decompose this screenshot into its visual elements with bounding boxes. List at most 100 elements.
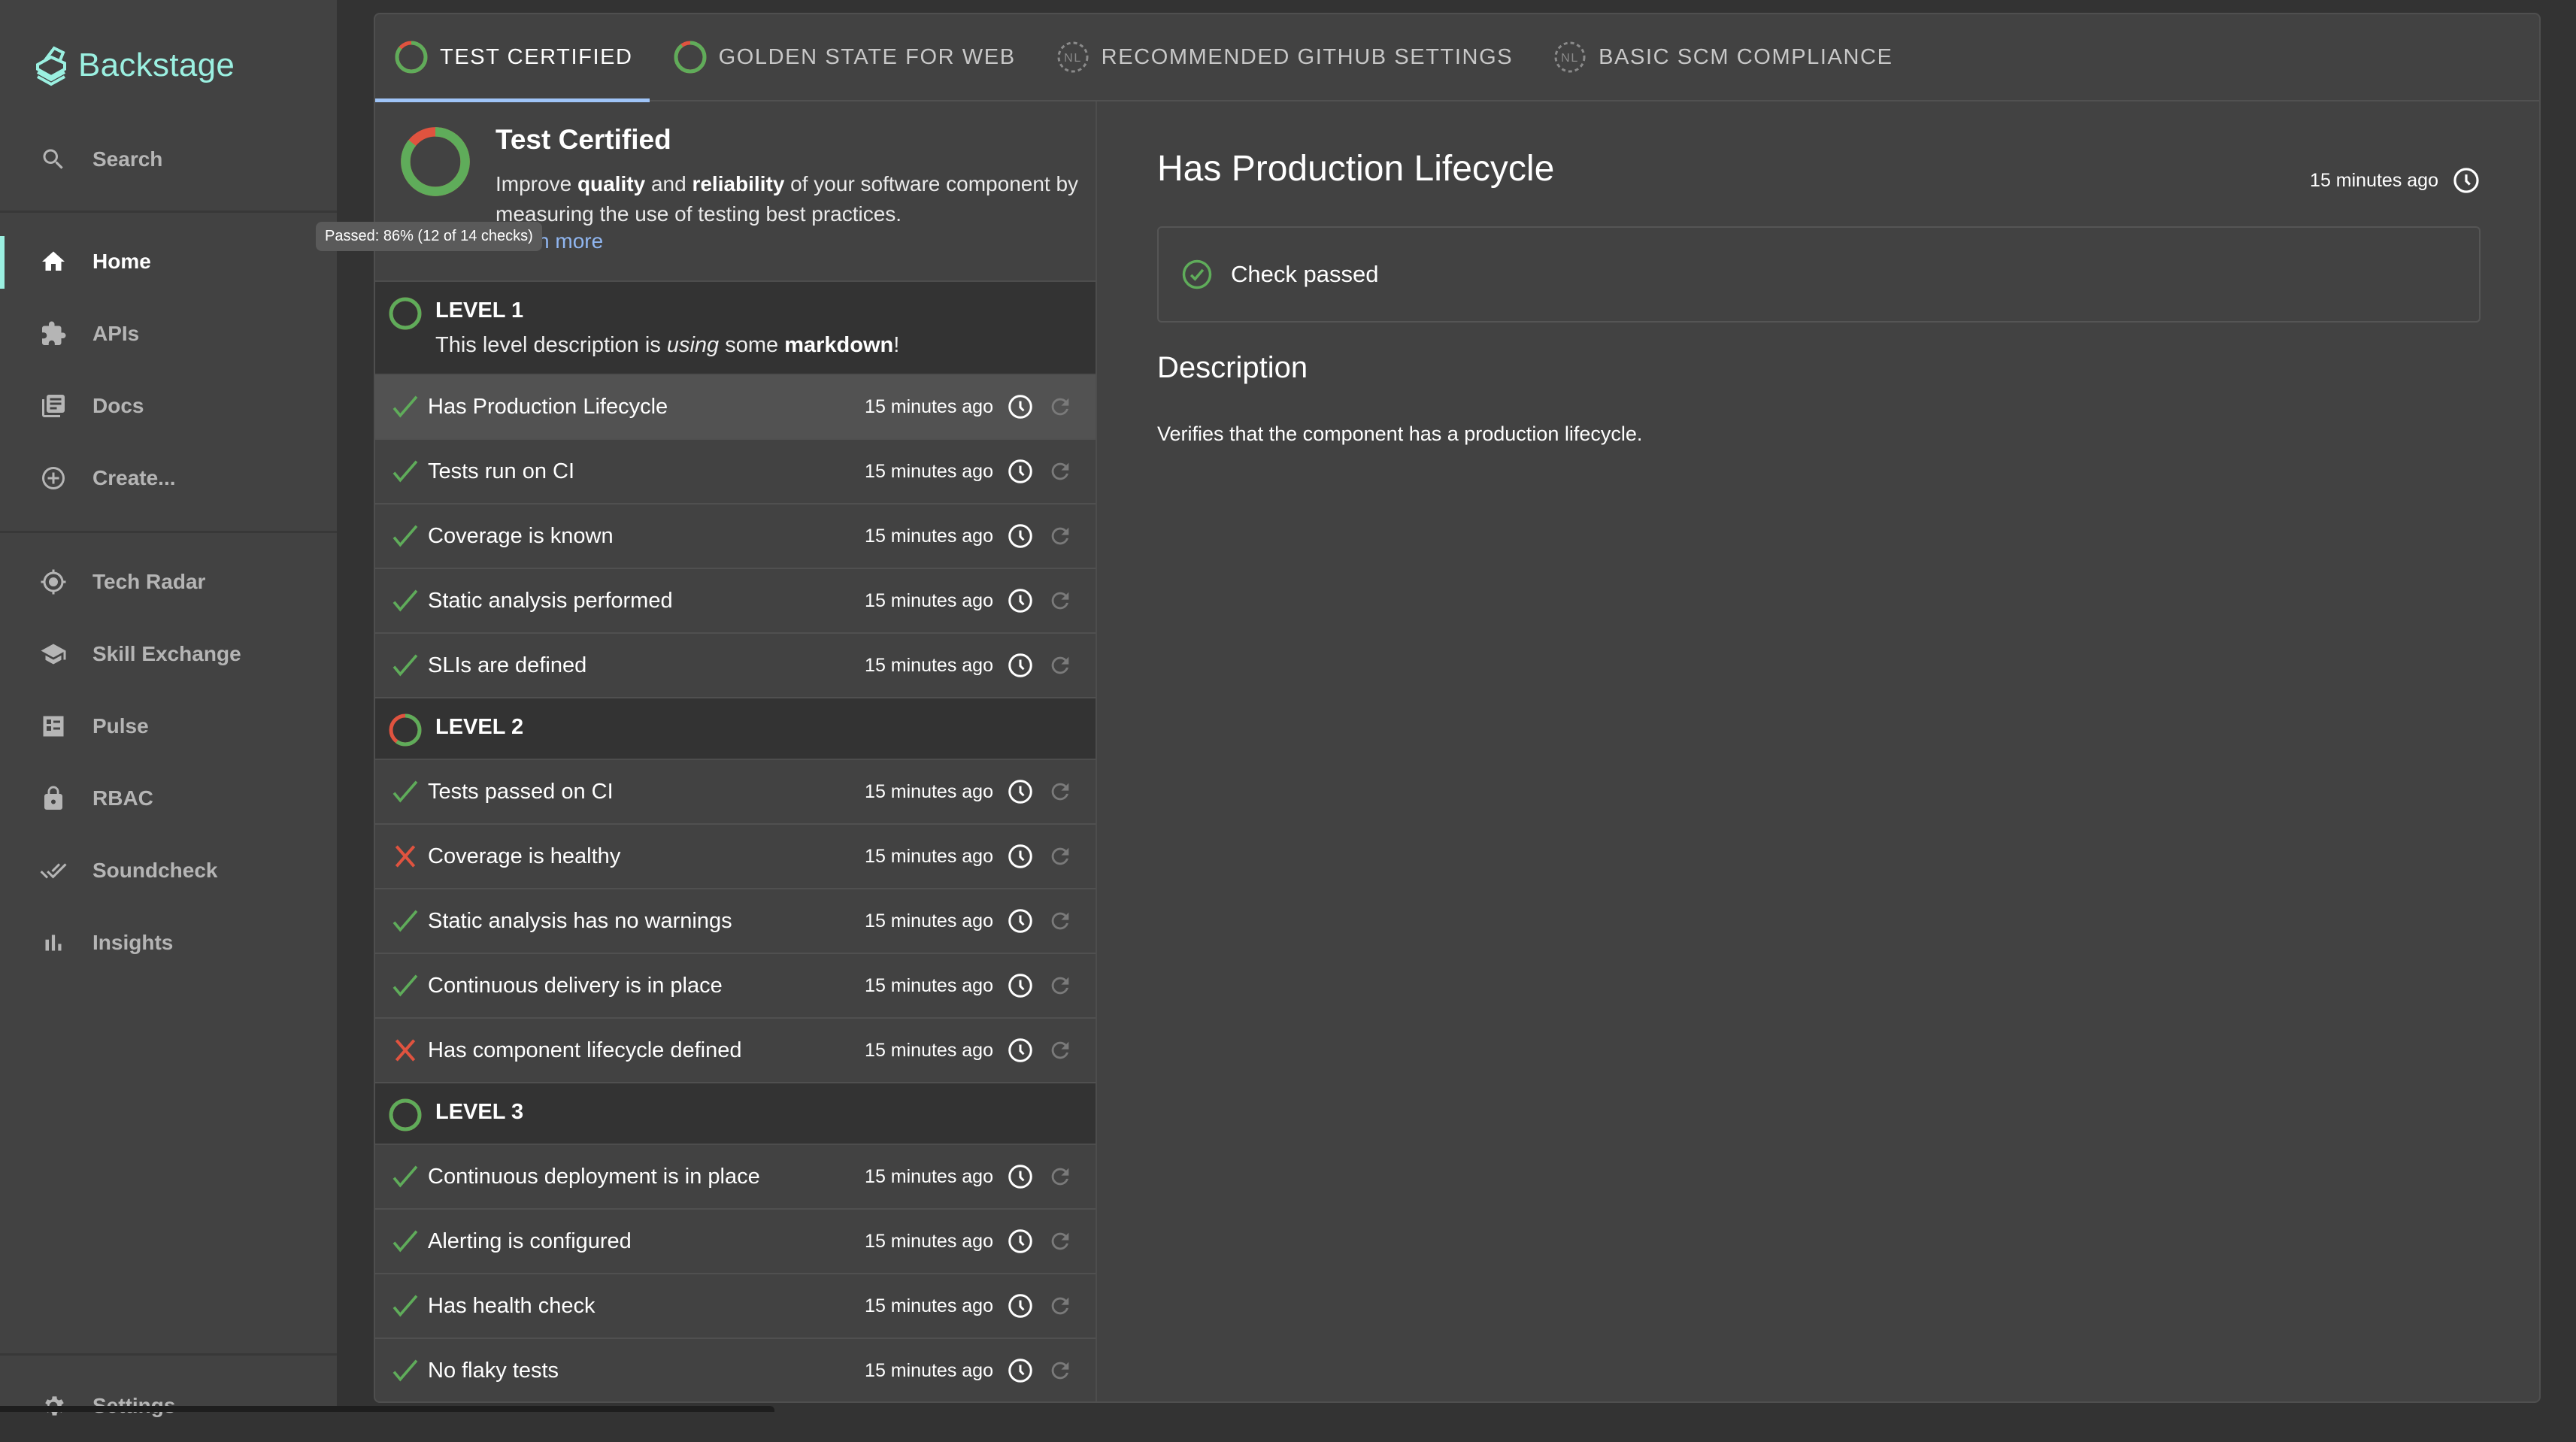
refresh-icon[interactable] <box>1047 1358 1073 1383</box>
check-time: 15 minutes ago <box>865 525 993 547</box>
clock-icon[interactable] <box>1007 907 1034 935</box>
check-result: Check passed <box>1157 226 2481 323</box>
check-row[interactable]: Has Production Lifecycle 15 minutes ago <box>375 375 1096 440</box>
refresh-icon[interactable] <box>1047 1228 1073 1254</box>
level-name: LEVEL 2 <box>435 715 524 739</box>
check-row[interactable]: Coverage is known 15 minutes ago <box>375 504 1096 569</box>
sidebar-item-pulse[interactable]: Pulse <box>0 690 337 762</box>
clock-icon[interactable] <box>2452 166 2481 195</box>
refresh-icon[interactable] <box>1047 779 1073 804</box>
check-name: Tests passed on CI <box>428 779 614 804</box>
refresh-icon[interactable] <box>1047 1164 1073 1189</box>
check-row[interactable]: Tests passed on CI 15 minutes ago <box>375 760 1096 825</box>
lock-icon <box>38 783 68 813</box>
refresh-icon[interactable] <box>1047 1038 1073 1063</box>
clock-icon[interactable] <box>1007 1037 1034 1064</box>
backstage-logo-icon <box>36 46 66 86</box>
sidebar-item-label: RBAC <box>92 786 153 810</box>
sidebar-item-apis[interactable]: APIs <box>0 298 337 370</box>
horizontal-scrollbar[interactable] <box>0 1406 774 1412</box>
clock-icon[interactable] <box>1007 393 1034 420</box>
check-time: 15 minutes ago <box>865 1165 993 1187</box>
check-name: Alerting is configured <box>428 1228 632 1253</box>
check-pass-icon <box>392 1230 418 1253</box>
refresh-icon[interactable] <box>1047 1293 1073 1319</box>
check-row[interactable]: No flaky tests 15 minutes ago <box>375 1339 1096 1401</box>
clock-icon[interactable] <box>1007 458 1034 485</box>
sidebar-item-insights[interactable]: Insights <box>0 907 337 979</box>
check-name: Has component lifecycle defined <box>428 1038 742 1062</box>
description-heading: Description <box>1157 351 1308 384</box>
track-progress-donut[interactable] <box>398 124 473 199</box>
sidebar-item-rbac[interactable]: RBAC <box>0 762 337 835</box>
donut-pass-segment <box>389 297 422 330</box>
check-pass-icon <box>392 654 418 677</box>
check-row[interactable]: Alerting is configured 15 minutes ago <box>375 1210 1096 1274</box>
library-books-icon <box>38 391 68 421</box>
levels-list: LEVEL 1 This level description is using s… <box>375 282 1096 1401</box>
backstage-logo[interactable]: Backstage <box>35 44 235 87</box>
check-row[interactable]: Coverage is healthy 15 minutes ago <box>375 825 1096 889</box>
sidebar-search[interactable]: Search <box>0 123 337 195</box>
clock-icon[interactable] <box>1007 652 1034 679</box>
check-row[interactable]: Tests run on CI 15 minutes ago <box>375 440 1096 504</box>
clock-icon[interactable] <box>1007 1163 1034 1190</box>
check-row[interactable]: SLIs are defined 15 minutes ago <box>375 634 1096 698</box>
checks-list-panel: Test Certified Improve quality and relia… <box>375 101 1097 1401</box>
refresh-icon[interactable] <box>1047 394 1073 420</box>
refresh-icon[interactable] <box>1047 908 1073 934</box>
not-level-badge-icon: NL <box>1554 41 1586 73</box>
tab-golden-state-for-web[interactable]: GOLDEN STATE FOR WEB <box>672 14 1032 101</box>
refresh-icon[interactable] <box>1047 653 1073 678</box>
clock-icon[interactable] <box>1007 843 1034 870</box>
check-pass-icon <box>392 525 418 547</box>
check-row[interactable]: Static analysis has no warnings 15 minute… <box>375 889 1096 954</box>
tab-recommended-github-settings[interactable]: NL RECOMMENDED GITHUB SETTINGS <box>1055 14 1530 101</box>
clock-icon[interactable] <box>1007 1292 1034 1319</box>
check-row[interactable]: Continuous delivery is in place 15 minute… <box>375 954 1096 1019</box>
tab-label: GOLDEN STATE FOR WEB <box>718 44 1016 69</box>
sidebar-divider <box>0 531 337 533</box>
clock-icon[interactable] <box>1007 1228 1034 1255</box>
clock-icon[interactable] <box>1007 523 1034 550</box>
refresh-icon[interactable] <box>1047 459 1073 484</box>
sidebar: Backstage Search Home APIs Docs Create..… <box>0 0 337 1417</box>
clock-icon[interactable] <box>1007 778 1034 805</box>
search-icon <box>38 144 68 174</box>
check-name: No flaky tests <box>428 1358 559 1383</box>
refresh-icon[interactable] <box>1047 523 1073 549</box>
refresh-icon[interactable] <box>1047 844 1073 869</box>
sidebar-item-label: Home <box>92 250 151 273</box>
check-time: 15 minutes ago <box>865 845 993 867</box>
sidebar-item-docs[interactable]: Docs <box>0 370 337 442</box>
refresh-icon[interactable] <box>1047 973 1073 998</box>
check-row[interactable]: Has health check 15 minutes ago <box>375 1274 1096 1339</box>
check-name: Static analysis has no warnings <box>428 908 732 933</box>
level-progress-icon <box>389 1098 422 1131</box>
sidebar-item-home[interactable]: Home <box>0 226 337 298</box>
check-pass-icon <box>392 1165 418 1188</box>
check-row[interactable]: Has component lifecycle defined 15 minute… <box>375 1019 1096 1083</box>
check-row[interactable]: Continuous deployment is in place 15 minu… <box>375 1145 1096 1210</box>
school-icon <box>38 639 68 669</box>
check-row[interactable]: Static analysis performed 15 minutes ago <box>375 569 1096 634</box>
sidebar-item-soundcheck[interactable]: Soundcheck <box>0 835 337 907</box>
check-circle-icon <box>1182 259 1212 289</box>
sidebar-item-create[interactable]: Create... <box>0 442 337 514</box>
clock-icon[interactable] <box>1007 972 1034 999</box>
sidebar-item-skill-exchange[interactable]: Skill Exchange <box>0 618 337 690</box>
progress-donut-icon <box>674 41 707 74</box>
check-name: Has Production Lifecycle <box>428 394 668 419</box>
refresh-icon[interactable] <box>1047 588 1073 613</box>
svg-text:NL: NL <box>1561 52 1579 65</box>
tab-test-certified[interactable]: TEST CERTIFIED <box>375 14 650 102</box>
level-progress-icon <box>389 297 422 330</box>
check-pass-icon <box>392 1359 418 1382</box>
tab-basic-scm-compliance[interactable]: NL BASIC SCM COMPLIANCE <box>1552 14 1909 101</box>
clock-icon[interactable] <box>1007 1357 1034 1384</box>
sidebar-item-tech-radar[interactable]: Tech Radar <box>0 546 337 618</box>
check-detail-panel: Has Production Lifecycle 15 minutes ago … <box>1099 101 2539 1401</box>
donut-pass-segment <box>389 1098 422 1131</box>
clock-icon[interactable] <box>1007 587 1034 614</box>
donut-pass-segment <box>674 41 707 74</box>
